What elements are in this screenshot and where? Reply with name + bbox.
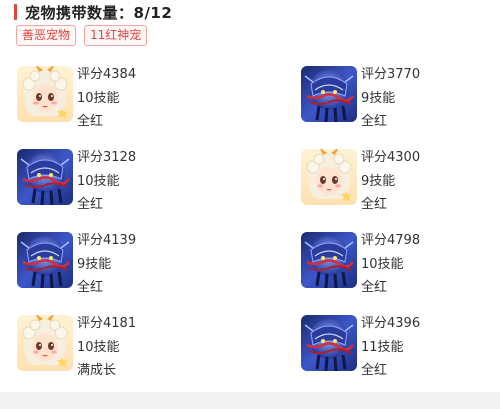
armored-beast-avatar-icon — [301, 66, 357, 122]
goat-girl-avatar-icon — [17, 66, 73, 122]
accent-bar — [14, 4, 17, 20]
pet-skills: 10技能 — [361, 256, 404, 272]
pet-skills: 9技能 — [77, 256, 112, 272]
section-header: 宠物携带数量：8/12 — [14, 2, 172, 22]
pet-score: 评分3770 — [361, 67, 421, 82]
pet-skills: 10技能 — [77, 90, 120, 106]
goat-girl-avatar-icon — [17, 315, 73, 371]
pet-score: 评分4798 — [361, 233, 421, 248]
pet-score: 评分4384 — [77, 67, 137, 82]
pet-skills: 9技能 — [361, 90, 396, 106]
pet-item[interactable]: 评分4384 10技能 全红 — [17, 66, 217, 129]
pet-item[interactable]: 评分4181 10技能 满成长 — [17, 315, 217, 378]
pet-item[interactable]: 评分4396 11技能 全红 — [301, 315, 500, 378]
pet-status: 全红 — [77, 280, 104, 295]
armored-beast-avatar-icon — [301, 315, 357, 371]
pet-skills: 11技能 — [361, 339, 404, 355]
pet-item[interactable]: 评分4139 9技能 全红 — [17, 232, 217, 295]
pet-score: 评分4139 — [77, 233, 137, 248]
tag-red-divine-pet: 11红神宠 — [84, 25, 148, 46]
pet-score: 评分4300 — [361, 150, 421, 165]
pet-item[interactable]: 评分4798 10技能 全红 — [301, 232, 500, 295]
pet-score: 评分4396 — [361, 316, 421, 331]
pet-status: 满成长 — [77, 363, 117, 378]
pet-status: 全红 — [77, 197, 104, 212]
pet-status: 全红 — [77, 114, 104, 129]
section-divider — [0, 392, 500, 409]
tag-good-evil-pet: 善恶宠物 — [16, 25, 77, 46]
tag-row: 善恶宠物 11红神宠 — [16, 25, 148, 46]
armored-beast-avatar-icon — [17, 232, 73, 288]
pet-count-title: 宠物携带数量：8/12 — [25, 3, 173, 22]
pet-item[interactable]: 评分4300 9技能 全红 — [301, 149, 500, 212]
pet-item[interactable]: 评分3128 10技能 全红 — [17, 149, 217, 212]
pet-status: 全红 — [361, 363, 388, 378]
pet-status: 全红 — [361, 197, 388, 212]
pet-item[interactable]: 评分3770 9技能 全红 — [301, 66, 500, 129]
pet-status: 全红 — [361, 280, 388, 295]
pet-skills: 9技能 — [361, 173, 396, 189]
pet-score: 评分3128 — [77, 150, 137, 165]
armored-beast-avatar-icon — [301, 232, 357, 288]
pet-skills: 10技能 — [77, 339, 120, 355]
goat-girl-avatar-icon — [301, 149, 357, 205]
pet-status: 全红 — [361, 114, 388, 129]
pet-skills: 10技能 — [77, 173, 120, 189]
pet-score: 评分4181 — [77, 316, 137, 331]
armored-beast-avatar-icon — [17, 149, 73, 205]
pet-list-card: 宠物携带数量：8/12 善恶宠物 11红神宠 评分4384 10技能 全红 评分… — [0, 0, 500, 392]
